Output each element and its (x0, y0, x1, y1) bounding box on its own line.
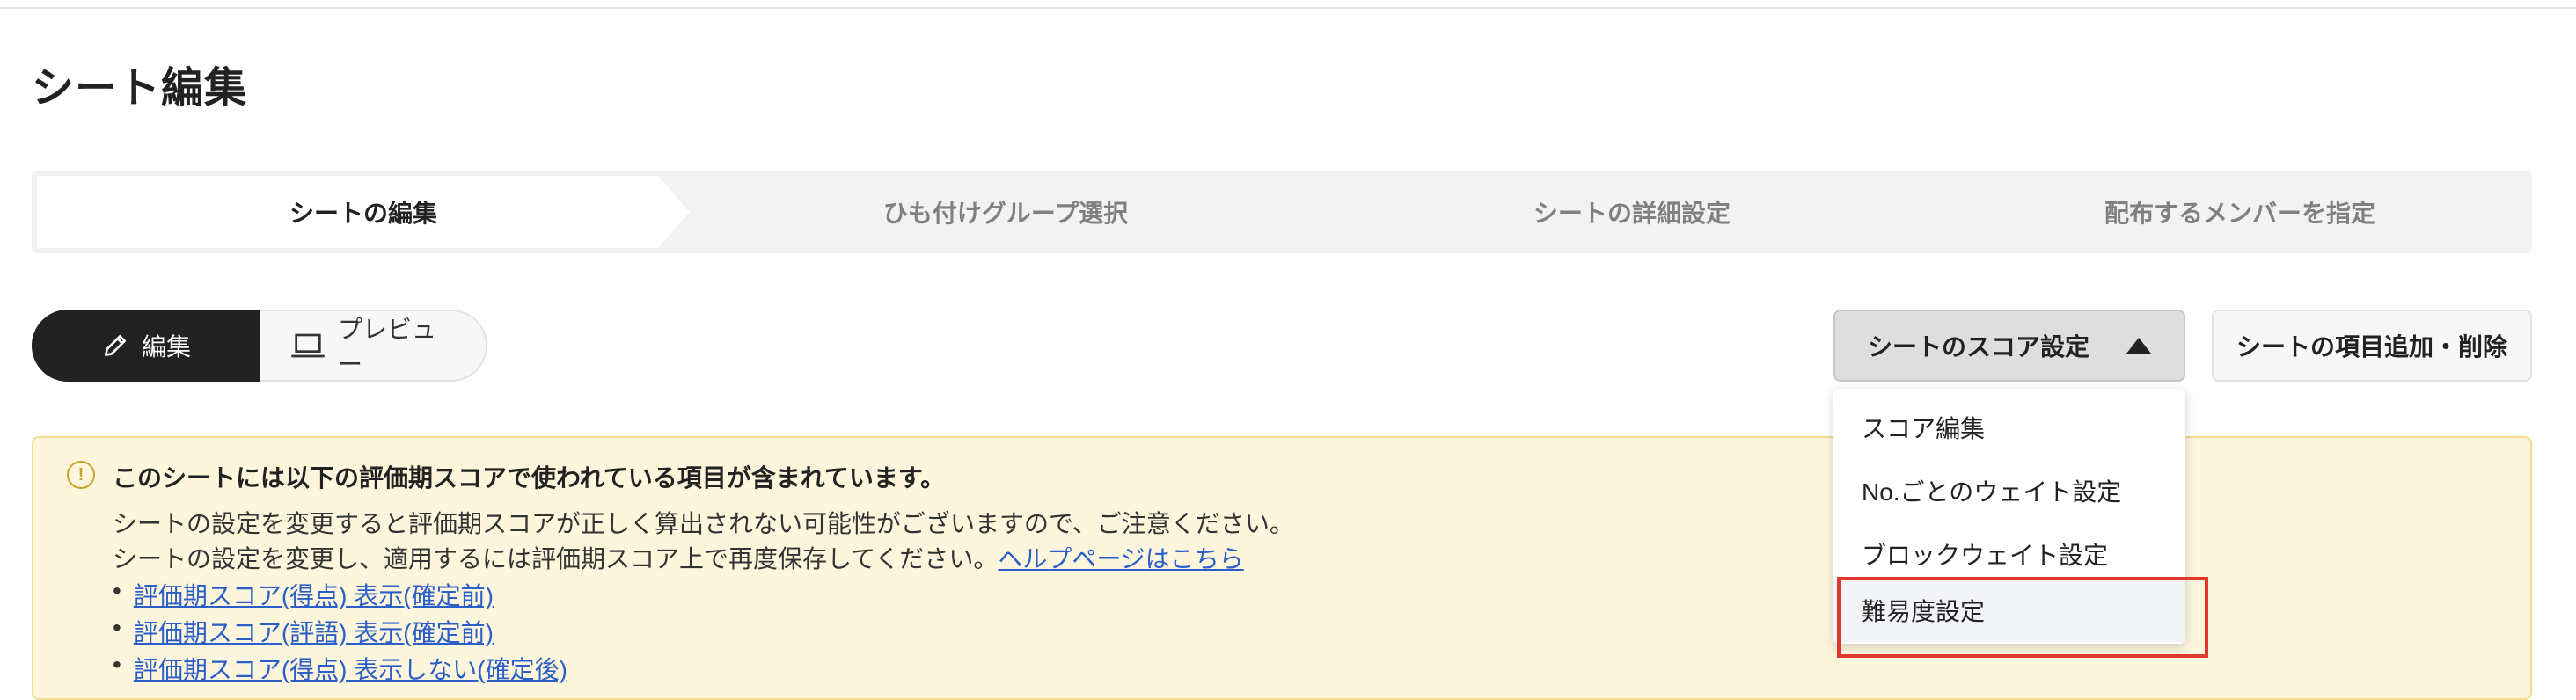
top-divider (0, 7, 2576, 9)
notice-line: シートの設定を変更すると評価期スコアが正しく算出されない可能性がございますので、… (113, 510, 1294, 537)
list-item: • 評価期スコア(得点) 表示(確定前) (113, 577, 494, 612)
list-item: • 評価期スコア(評語) 表示(確定前) (113, 614, 494, 649)
preview-mode-label: プレビュー (338, 316, 437, 378)
score-link[interactable]: 評価期スコア(評語) 表示(確定前) (134, 614, 494, 649)
step-edit-sheet[interactable]: シートの編集 (37, 176, 690, 248)
add-remove-items-button[interactable]: シートの項目追加・削除 (2212, 310, 2532, 382)
pencil-icon (101, 332, 129, 360)
caret-up-icon (2126, 338, 2151, 354)
step-assign-members[interactable]: 配布するメンバーを指定 (1948, 171, 2532, 253)
step-detail-settings[interactable]: シートの詳細設定 (1316, 171, 1948, 253)
warning-icon: ! (67, 461, 95, 489)
bullet-dot: • (113, 614, 121, 641)
page-title: シート編集 (32, 65, 248, 112)
step-group-select[interactable]: ひも付けグループ選択 (684, 171, 1327, 253)
laptop-icon (290, 332, 326, 360)
menu-item-score-edit[interactable]: スコア編集 (1833, 396, 2185, 459)
edit-mode-button[interactable]: 編集 (32, 310, 260, 382)
preview-mode-button[interactable]: プレビュー (260, 310, 487, 382)
list-item: • 評価期スコア(得点) 表示しない(確定後) (113, 651, 567, 686)
score-settings-menu: スコア編集 No.ごとのウェイト設定 ブロックウェイト設定 難易度設定 (1833, 389, 2185, 644)
notice-title: このシートには以下の評価期スコアで使われている項目が含まれています。 (113, 464, 946, 492)
menu-item-block-weight[interactable]: ブロックウェイト設定 (1833, 522, 2185, 586)
help-page-link[interactable]: ヘルプページはこちら (998, 545, 1243, 572)
score-settings-button[interactable]: シートのスコア設定 (1833, 310, 2185, 382)
score-settings-label: シートのスコア設定 (1867, 333, 2089, 361)
bullet-dot: • (113, 651, 121, 678)
menu-item-difficulty[interactable]: 難易度設定 (1833, 579, 2185, 642)
notice-text: シートの設定を変更し、適用するには評価期スコア上で再度保存してください。 (113, 545, 999, 572)
menu-item-weight-by-number[interactable]: No.ごとのウェイト設定 (1833, 459, 2185, 522)
notice-line: シートの設定を変更し、適用するには評価期スコア上で再度保存してください。ヘルプペ… (113, 540, 1244, 575)
edit-mode-label: 編集 (141, 333, 191, 361)
score-link[interactable]: 評価期スコア(得点) 表示(確定前) (134, 577, 494, 612)
score-link[interactable]: 評価期スコア(得点) 表示しない(確定後) (134, 651, 567, 686)
mode-toggle: 編集 プレビュー (32, 310, 487, 382)
step-progress: ひも付けグループ選択 シートの詳細設定 配布するメンバーを指定 シートの編集 (32, 171, 2532, 253)
bullet-dot: • (113, 577, 121, 604)
